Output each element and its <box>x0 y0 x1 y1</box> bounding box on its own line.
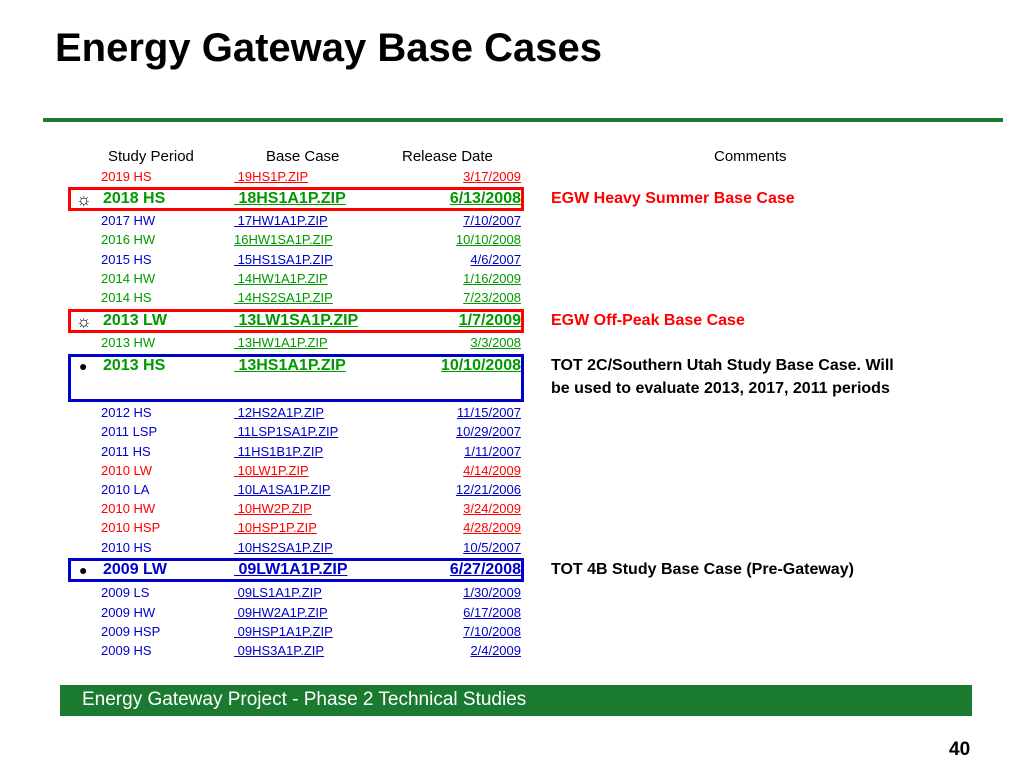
comment-text: TOT 4B Study Base Case (Pre-Gateway) <box>551 561 854 578</box>
study-period: 2019 HS <box>101 169 152 184</box>
release-date-link[interactable]: 7/23/2008 <box>463 290 521 305</box>
release-date-link[interactable]: 6/17/2008 <box>463 605 521 620</box>
study-period: 2014 HS <box>101 290 152 305</box>
study-period: 2009 LS <box>101 585 150 600</box>
study-period: 2015 HS <box>101 252 152 267</box>
study-period: 2016 HW <box>101 232 156 247</box>
study-period: 2012 HS <box>101 405 152 420</box>
base-case-link[interactable]: 11HS1B1P.ZIP <box>234 444 324 459</box>
base-case-link[interactable]: 19HS1P.ZIP <box>234 169 309 184</box>
study-period: 2010 LA <box>101 482 150 497</box>
page-number: 40 <box>949 739 971 760</box>
comment-text-continued: be used to evaluate 2013, 2017, 2011 per… <box>551 380 890 397</box>
study-period: 2009 HSP <box>101 624 161 639</box>
release-date-link[interactable]: 2/4/2009 <box>470 643 521 658</box>
release-date-link[interactable]: 10/10/2008 <box>456 232 521 247</box>
base-case-link[interactable]: 15HS1SA1P.ZIP <box>234 252 333 267</box>
base-case-link[interactable]: 09HSP1A1P.ZIP <box>234 624 333 639</box>
release-date-link[interactable]: 12/21/2006 <box>456 482 521 497</box>
study-period: 2010 HSP <box>101 520 161 535</box>
release-date-link[interactable]: 1/7/2009 <box>459 312 521 330</box>
base-case-link[interactable]: 10HSP1P.ZIP <box>234 520 317 535</box>
release-date-link[interactable]: 7/10/2007 <box>463 213 521 228</box>
release-date-link[interactable]: 6/13/2008 <box>450 190 521 208</box>
study-period: 2018 HS <box>103 190 166 207</box>
study-period: 2011 LSP <box>101 424 158 439</box>
base-case-link[interactable]: 14HW1A1P.ZIP <box>234 271 328 286</box>
comment-text: EGW Off-Peak Base Case <box>551 312 745 329</box>
release-date-link[interactable]: 10/10/2008 <box>441 357 521 375</box>
release-date-link[interactable]: 11/15/2007 <box>457 405 521 420</box>
base-case-link[interactable]: 17HW1A1P.ZIP <box>234 213 328 228</box>
study-period: 2010 HS <box>101 540 152 555</box>
base-case-link[interactable]: 12HS2A1P.ZIP <box>234 405 324 420</box>
study-period: 2013 HW <box>101 335 156 350</box>
release-date-link[interactable]: 10/5/2007 <box>463 540 521 555</box>
footer-bar: Energy Gateway Project - Phase 2 Technic… <box>60 685 972 716</box>
release-date-link[interactable]: 4/6/2007 <box>470 252 521 267</box>
base-case-link[interactable]: 10LW1P.ZIP <box>234 463 309 478</box>
header-comments: Comments <box>714 148 787 165</box>
base-case-link[interactable]: 10LA1SA1P.ZIP <box>234 482 331 497</box>
base-case-link[interactable]: 16HW1SA1P.ZIP <box>234 232 333 247</box>
study-period: 2009 HS <box>101 643 152 658</box>
title-divider <box>43 118 1003 122</box>
base-case-link[interactable]: 13HW1A1P.ZIP <box>234 335 328 350</box>
release-date-link[interactable]: 4/14/2009 <box>463 463 521 478</box>
release-date-link[interactable]: 3/3/2008 <box>470 335 521 350</box>
base-case-link[interactable]: 14HS2SA1P.ZIP <box>234 290 333 305</box>
release-date-link[interactable]: 1/11/2007 <box>464 444 521 459</box>
base-case-link[interactable]: 09HS3A1P.ZIP <box>234 643 324 658</box>
bullet-icon: ● <box>79 562 88 578</box>
release-date-link[interactable]: 1/30/2009 <box>463 585 521 600</box>
base-case-link[interactable]: 10HS2SA1P.ZIP <box>234 540 333 555</box>
sun-icon: ☼ <box>76 312 92 331</box>
footer-text: Energy Gateway Project - Phase 2 Technic… <box>82 689 527 710</box>
release-date-link[interactable]: 3/24/2009 <box>463 501 521 516</box>
sun-icon: ☼ <box>76 190 92 209</box>
header-base-case: Base Case <box>266 148 340 165</box>
study-period: 2009 LW <box>103 561 168 578</box>
study-period: 2009 HW <box>101 605 156 620</box>
study-period: 2010 HW <box>101 501 156 516</box>
release-date-link[interactable]: 10/29/2007 <box>456 424 521 439</box>
study-period: 2011 HS <box>101 444 151 459</box>
base-case-link[interactable]: 09LS1A1P.ZIP <box>234 585 322 600</box>
release-date-link[interactable]: 7/10/2008 <box>463 624 521 639</box>
bullet-icon: ● <box>79 358 88 374</box>
header-study-period: Study Period <box>108 148 194 165</box>
base-case-link[interactable]: 09LW1A1P.ZIP <box>234 561 347 579</box>
base-case-link[interactable]: 10HW2P.ZIP <box>234 501 312 516</box>
study-period: 2017 HW <box>101 213 156 228</box>
study-period: 2013 LW <box>103 312 168 329</box>
base-case-link[interactable]: 13HS1A1P.ZIP <box>234 357 345 375</box>
release-date-link[interactable]: 6/27/2008 <box>450 561 521 579</box>
study-period: 2014 HW <box>101 271 156 286</box>
comment-text: TOT 2C/Southern Utah Study Base Case. Wi… <box>551 357 894 374</box>
release-date-link[interactable]: 1/16/2009 <box>463 271 521 286</box>
study-period: 2013 HS <box>103 357 166 374</box>
header-release-date: Release Date <box>402 148 493 165</box>
base-case-link[interactable]: 11LSP1SA1P.ZIP <box>234 424 339 439</box>
study-period: 2010 LW <box>101 463 153 478</box>
release-date-link[interactable]: 4/28/2009 <box>463 520 521 535</box>
release-date-link[interactable]: 3/17/2009 <box>463 169 521 184</box>
comment-text: EGW Heavy Summer Base Case <box>551 190 795 207</box>
base-case-link[interactable]: 18HS1A1P.ZIP <box>234 190 345 208</box>
page-title: Energy Gateway Base Cases <box>55 26 602 70</box>
base-case-link[interactable]: 13LW1SA1P.ZIP <box>234 312 358 330</box>
base-case-link[interactable]: 09HW2A1P.ZIP <box>234 605 328 620</box>
